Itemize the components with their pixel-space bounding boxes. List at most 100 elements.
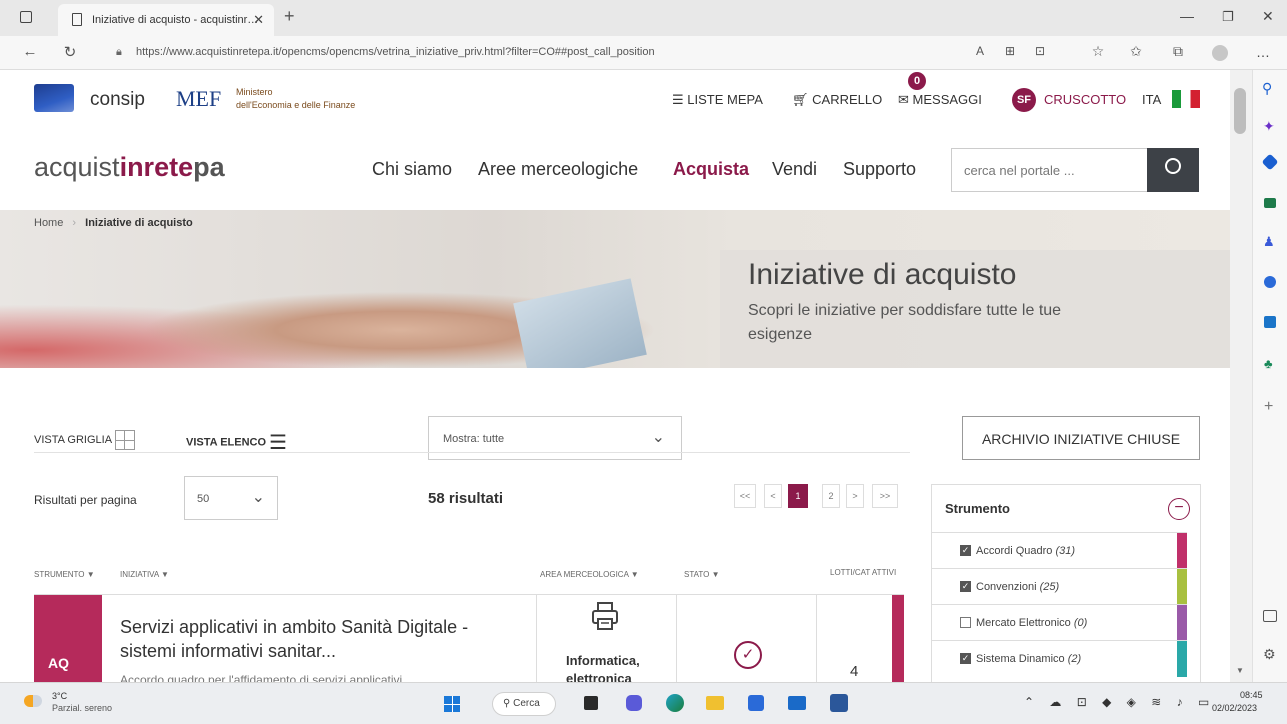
collections-icon[interactable]: ⧉ (1166, 43, 1190, 60)
checkbox-checked-icon[interactable]: ✓ (960, 581, 971, 592)
cruscotto-link[interactable]: CRUSCOTTO (1044, 92, 1126, 107)
sort-area[interactable]: AREA MERCEOLOGICA ▼ (540, 570, 639, 579)
filter-mercato-elettronico[interactable]: Mercato Elettronico (0) (932, 604, 1187, 641)
minimize-icon[interactable]: — (1180, 8, 1194, 24)
consip-label: consip (90, 89, 145, 110)
mef-logo[interactable]: MEF (176, 86, 221, 112)
nav-aree-merceologiche[interactable]: Aree merceologiche (478, 159, 638, 180)
system-tray[interactable]: ⌃ ☁ ⊡ ◆ ◈ ≋ ♪ ▭ (1024, 695, 1215, 709)
profile-avatar[interactable] (1212, 45, 1228, 61)
filter-convenzioni[interactable]: ✓ Convenzioni (25) (932, 568, 1187, 605)
address-bar: ← ↻ 🔒︎ https://www.acquistinretepa.it/op… (0, 36, 1287, 70)
sort-strumento[interactable]: STRUMENTO ▼ (34, 570, 95, 579)
sparkle-icon[interactable]: ✦ (1263, 118, 1275, 135)
filter-accordi-quadro[interactable]: ✓ Accordi Quadro (31) (932, 532, 1187, 569)
nav-vendi[interactable]: Vendi (772, 159, 817, 180)
checkbox-checked-icon[interactable]: ✓ (960, 545, 971, 556)
url-text: https://www.acquistinretepa.it/opencms/o… (136, 46, 655, 58)
tab-actions-icon[interactable] (20, 11, 32, 23)
page-first[interactable]: << (734, 484, 756, 508)
browser-tab[interactable]: Iniziative di acquisto - acquistinr… ✕ (58, 4, 274, 36)
chat-icon[interactable] (626, 695, 642, 711)
sidebar-panel-icon[interactable] (1263, 610, 1277, 622)
site-logo[interactable]: acquistinretepa (34, 152, 225, 183)
clock-date[interactable]: 02/02/2023 (1212, 703, 1257, 713)
page-next[interactable]: > (846, 484, 864, 508)
file-explorer-icon[interactable] (706, 696, 724, 710)
outlook-icon[interactable] (1264, 316, 1276, 328)
tab-close-icon[interactable]: ✕ (253, 12, 264, 28)
new-tab-icon[interactable]: + (284, 6, 295, 27)
more-icon[interactable]: … (1256, 44, 1270, 60)
edge-browser-icon[interactable] (666, 694, 684, 712)
messaggi-link[interactable]: ✉ MESSAGGI (898, 92, 982, 108)
hero-banner: Home › Iniziative di acquisto Iniziative… (0, 210, 1230, 368)
nav-chi-siamo[interactable]: Chi siamo (372, 159, 452, 180)
collapse-icon[interactable]: − (1168, 498, 1190, 520)
archive-button[interactable]: ARCHIVIO INIZIATIVE CHIUSE (962, 416, 1200, 460)
games-icon[interactable]: ♟ (1263, 234, 1275, 250)
scroll-down-icon[interactable]: ▼ (1236, 666, 1244, 675)
hero-text-box: Iniziative di acquisto Scopri le iniziat… (720, 250, 1230, 368)
liste-mepa-link[interactable]: ☰ LISTE MEPA (672, 92, 763, 108)
scrollbar-thumb[interactable] (1234, 88, 1246, 134)
back-icon[interactable]: ← (18, 43, 42, 60)
page-last[interactable]: >> (872, 484, 898, 508)
tools-icon[interactable] (1264, 198, 1276, 208)
immersive-reader-icon[interactable]: ⊞ (998, 44, 1022, 58)
iniziativa-title-2[interactable]: sistemi informativi sanitar... (120, 641, 336, 662)
consip-logo[interactable] (34, 84, 74, 112)
filter-select[interactable]: Mostra: tutte ⌄ (428, 416, 682, 460)
checkbox-checked-icon[interactable]: ✓ (960, 653, 971, 664)
restore-icon[interactable]: ❐ (1222, 9, 1234, 25)
weather-icon[interactable] (24, 695, 42, 707)
checkbox-unchecked-icon[interactable] (960, 617, 971, 628)
page-2[interactable]: 2 (822, 484, 840, 508)
search-icon[interactable]: ⚲ (1262, 80, 1272, 97)
search-icon: ⚲ (503, 698, 514, 709)
language-selector[interactable]: ITA (1142, 92, 1161, 107)
iniziativa-title-1[interactable]: Servizi applicativi in ambito Sanità Dig… (120, 617, 468, 638)
tree-icon[interactable]: ♣ (1264, 356, 1273, 371)
settings-gear-icon[interactable]: ⚙ (1263, 646, 1276, 663)
filter-sistema-dinamico[interactable]: ✓ Sistema Dinamico (2) (932, 640, 1187, 677)
close-window-icon[interactable]: ✕ (1262, 8, 1274, 25)
nav-supporto[interactable]: Supporto (843, 159, 916, 180)
sort-stato[interactable]: STATO ▼ (684, 570, 719, 579)
windows-start-icon[interactable] (444, 696, 460, 712)
area-cell-divider (536, 595, 537, 682)
office-icon[interactable] (1264, 276, 1276, 288)
breadcrumb-home[interactable]: Home (34, 217, 63, 229)
url-field[interactable]: 🔒︎ https://www.acquistinretepa.it/opencm… (106, 43, 936, 63)
search-button[interactable] (1147, 148, 1199, 192)
read-aloud-icon[interactable]: A (968, 44, 992, 58)
category-color-stripe (1177, 641, 1187, 677)
search-input[interactable]: cerca nel portale ... (951, 148, 1147, 192)
mail-app-icon[interactable] (788, 696, 806, 710)
grid-view-toggle[interactable]: VISTA GRIGLIA (34, 430, 135, 450)
printer-icon (590, 601, 620, 631)
refresh-icon[interactable]: ↻ (58, 43, 82, 61)
carrello-link[interactable]: 🛒︎ CARRELLO (792, 92, 882, 108)
table-row[interactable]: AQ Servizi applicativi in ambito Sanità … (34, 594, 904, 682)
taskbar-search[interactable]: ⚲ Cerca (492, 692, 556, 716)
task-view-icon[interactable] (584, 696, 598, 710)
word-icon[interactable] (830, 694, 848, 712)
section-divider (34, 452, 910, 453)
clock-time[interactable]: 08:45 (1240, 690, 1263, 700)
add-icon[interactable]: + (1264, 398, 1273, 416)
favorites-icon[interactable]: ✩ (1124, 43, 1148, 60)
store-icon[interactable] (748, 695, 764, 711)
page-scrollbar[interactable]: ▼ (1230, 70, 1252, 682)
page-1[interactable]: 1 (788, 484, 808, 508)
shopping-tag-icon[interactable] (1261, 153, 1279, 171)
nav-acquista[interactable]: Acquista (673, 159, 749, 180)
user-avatar[interactable]: SF (1012, 88, 1036, 112)
page-prev[interactable]: < (764, 484, 782, 508)
per-page-select[interactable]: 50 ⌄ (184, 476, 278, 520)
italy-flag-icon (1172, 90, 1200, 108)
sort-iniziativa[interactable]: INIZIATIVA ▼ (120, 570, 169, 579)
browser-tab-bar: Iniziative di acquisto - acquistinr… ✕ +… (0, 0, 1287, 36)
favorite-star-icon[interactable]: ☆ (1086, 43, 1110, 60)
app-available-icon[interactable]: ⊡ (1028, 44, 1052, 58)
